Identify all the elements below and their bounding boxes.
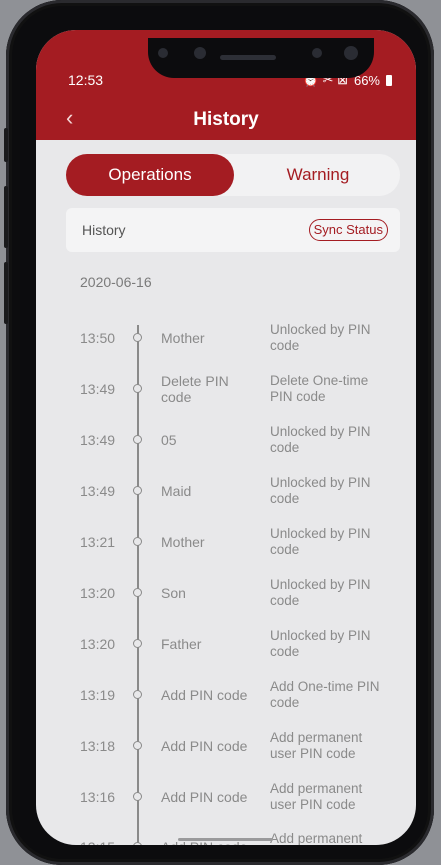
status-time: 12:53 — [68, 72, 104, 88]
record-user: Son — [161, 585, 186, 601]
record-action: Unlocked by PIN code — [270, 424, 371, 455]
timeline-dot-icon — [133, 741, 142, 750]
record-action: Unlocked by PIN code — [270, 628, 371, 659]
record-time: 13:20 — [80, 636, 116, 652]
record-user: Add PIN code — [161, 687, 248, 703]
record-action: Add permanent — [270, 831, 363, 845]
volume-down-button — [4, 262, 8, 324]
record-user: Father — [161, 636, 202, 652]
history-record: 13:20 Father Unlocked by PIN code — [36, 624, 416, 668]
sensor-icon — [312, 48, 322, 58]
record-action: Unlocked by PIN code — [270, 475, 371, 506]
record-action: Add One-time PIN code — [270, 679, 380, 710]
timeline-dot-icon — [133, 792, 142, 801]
record-action: Add permanent user PIN code — [270, 730, 363, 761]
record-time: 13:15 — [80, 839, 115, 845]
record-time: 13:50 — [80, 330, 116, 346]
sensor-icon — [158, 48, 168, 58]
timeline-dot-icon — [133, 384, 142, 393]
front-camera-icon — [344, 46, 358, 60]
record-action: Delete One-time PIN code — [270, 373, 369, 404]
record-time: 13:21 — [80, 534, 116, 550]
timeline-dot-icon — [133, 486, 142, 495]
record-user: Mother — [161, 330, 205, 346]
phone-frame: 12:53 ⏰ ✂ ⊠ 66% ‹ History Operations War… — [4, 0, 434, 865]
history-record: 13:16 Add PIN code Add permanent user PIN … — [36, 777, 416, 821]
record-action: Unlocked by PIN code — [270, 577, 371, 608]
record-user: 05 — [161, 432, 177, 448]
record-user: Add PIN code — [161, 789, 248, 805]
tab-operations[interactable]: Operations — [66, 154, 234, 196]
timeline-dot-icon — [133, 435, 142, 444]
timeline-dot-icon — [133, 537, 142, 546]
timeline-dot-icon — [133, 333, 142, 342]
camera-notch — [148, 38, 374, 78]
record-action: Unlocked by PIN code — [270, 526, 371, 557]
history-record: 13:19 Add PIN code Add One-time PIN code — [36, 675, 416, 719]
record-time: 13:20 — [80, 585, 116, 601]
record-action: Unlocked by PIN code — [270, 322, 371, 353]
history-record: 13:50 Mother Unlocked by PIN code — [36, 318, 416, 362]
record-time: 13:49 — [80, 483, 116, 499]
tab-bar: Operations Warning — [66, 154, 400, 196]
record-user: Delete PIN code — [161, 373, 229, 405]
timeline-dot-icon — [133, 639, 142, 648]
history-record: 13:21 Mother Unlocked by PIN code — [36, 522, 416, 566]
record-time: 13:49 — [80, 381, 116, 397]
history-bar: History Sync Status — [66, 208, 400, 252]
volume-up-button — [4, 186, 8, 248]
side-button — [4, 128, 8, 162]
speaker-grille — [220, 55, 276, 60]
tab-warning[interactable]: Warning — [236, 154, 400, 196]
record-time: 13:49 — [80, 432, 116, 448]
history-record: 13:49 05 Unlocked by PIN code — [36, 420, 416, 464]
date-heading: 2020-06-16 — [80, 274, 152, 290]
battery-icon — [386, 74, 392, 86]
record-user: Add PIN code — [161, 738, 248, 754]
history-record: 13:49 Delete PIN code Delete One-time PIN … — [36, 369, 416, 413]
record-time: 13:19 — [80, 687, 116, 703]
history-record: 13:49 Maid Unlocked by PIN code — [36, 471, 416, 515]
record-user: Mother — [161, 534, 205, 550]
history-label: History — [82, 222, 126, 238]
timeline-dot-icon — [133, 842, 142, 845]
record-action: Add permanent user PIN code — [270, 781, 363, 812]
home-indicator[interactable] — [178, 838, 273, 841]
sync-status-button[interactable]: Sync Status — [308, 219, 388, 241]
timeline-dot-icon — [133, 588, 142, 597]
record-time: 13:18 — [80, 738, 116, 754]
history-record: 13:18 Add PIN code Add permanent user PIN … — [36, 726, 416, 770]
timeline-dot-icon — [133, 690, 142, 699]
history-record: 13:15Add PIN codeAdd permanent — [36, 827, 416, 845]
app-screen: 12:53 ⏰ ✂ ⊠ 66% ‹ History Operations War… — [36, 30, 416, 845]
page-title: History — [193, 109, 259, 130]
record-user: Maid — [161, 483, 192, 499]
record-time: 13:16 — [80, 789, 116, 805]
history-record: 13:20 Son Unlocked by PIN code — [36, 573, 416, 617]
camera-icon — [194, 47, 206, 59]
